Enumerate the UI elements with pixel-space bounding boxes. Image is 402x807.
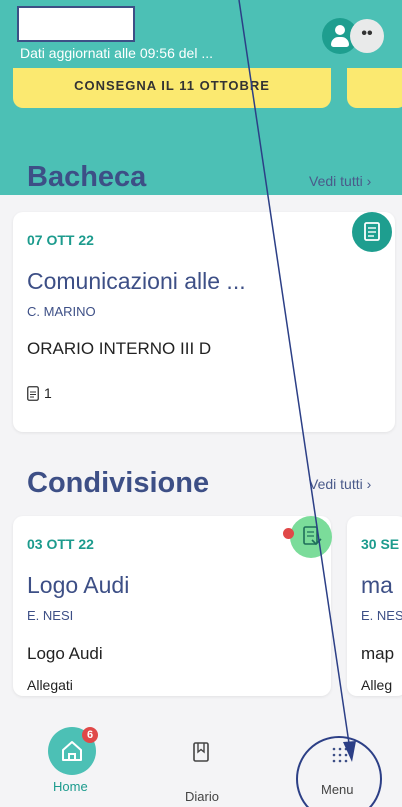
unread-dot — [283, 528, 294, 539]
card-title: Logo Audi — [27, 572, 130, 598]
shared-card-next[interactable]: 30 SE ma E. NES map Alleg — [347, 516, 402, 696]
card-subject: ORARIO INTERNO III D — [27, 339, 212, 358]
more-accounts-icon[interactable]: •• — [350, 19, 384, 53]
nav-home-label[interactable]: Home — [53, 779, 88, 794]
assignment-banner-text: CONSEGNA IL 11 OTTOBRE — [74, 78, 270, 93]
card-author: E. NES — [361, 608, 402, 623]
condivisione-title: Condivisione — [27, 467, 210, 499]
card-date: 03 OTT 22 — [27, 536, 94, 552]
bacheca-card[interactable]: 07 OTT 22 Comunicazioni alle ... C. MARI… — [13, 212, 395, 432]
card-subject: Logo Audi — [27, 644, 103, 663]
assignment-banner-card-next[interactable] — [347, 68, 402, 108]
updated-timestamp: Dati aggiornati alle 09:56 del ... — [20, 45, 214, 61]
diary-icon[interactable] — [193, 742, 209, 767]
assignment-banner-card[interactable]: CONSEGNA IL 11 OTTOBRE — [13, 68, 331, 108]
notice-board-icon — [352, 212, 392, 252]
card-date: 30 SE — [361, 536, 400, 552]
attachment-count: 1 — [44, 385, 52, 401]
shared-card[interactable]: 03 OTT 22 Logo Audi E. NESI Logo Audi Al… — [13, 516, 331, 696]
home-notification-badge: 6 — [82, 727, 98, 743]
bottom-navigation: 6 Home Diario Menu — [0, 712, 402, 807]
account-switcher[interactable]: •• — [322, 18, 388, 54]
nav-diary-label[interactable]: Diario — [185, 789, 219, 804]
card-title: ma — [361, 572, 393, 598]
card-author: C. MARINO — [27, 304, 96, 319]
bacheca-see-all-link[interactable]: Vedi tutti › — [309, 173, 371, 189]
card-title: Comunicazioni alle ... — [27, 268, 246, 294]
bacheca-title: Bacheca — [27, 161, 147, 193]
menu-grid-icon[interactable] — [330, 745, 350, 770]
name-field-box — [17, 6, 135, 42]
card-attachments-label: Alleg — [361, 677, 393, 693]
card-date: 07 OTT 22 — [27, 232, 94, 248]
card-attachments-label: Allegati — [27, 677, 73, 693]
nav-menu-label[interactable]: Menu — [321, 782, 354, 797]
condivisione-see-all-link[interactable]: Vedi tutti › — [309, 476, 371, 492]
card-subject: map — [361, 644, 395, 663]
document-icon — [27, 386, 39, 406]
card-author: E. NESI — [27, 608, 74, 623]
shared-file-icon — [290, 516, 332, 558]
